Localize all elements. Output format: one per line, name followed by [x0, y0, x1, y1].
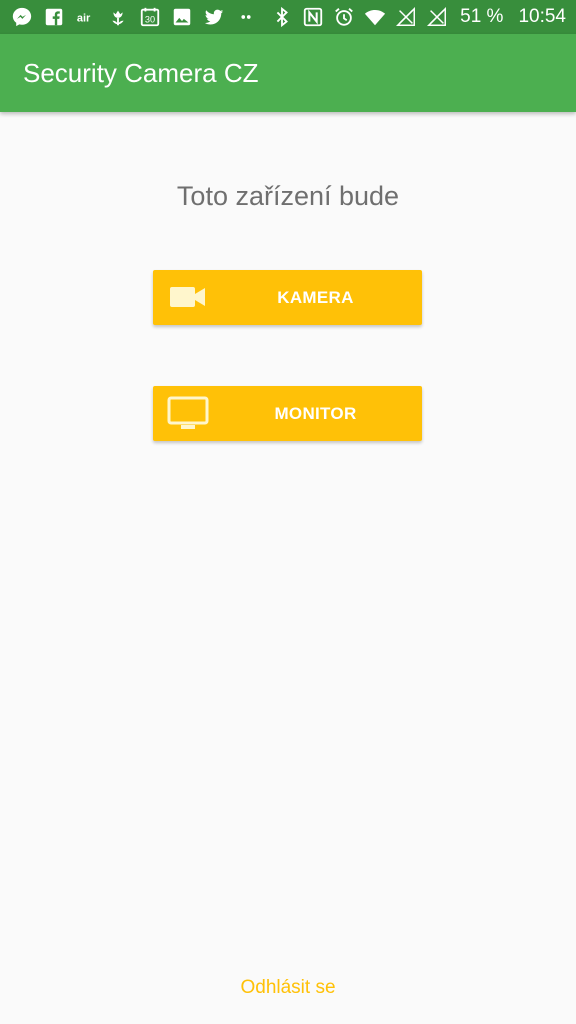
monitor-button-label: MONITOR — [274, 403, 357, 423]
notification-icons: air 30 — [10, 5, 258, 29]
camera-button[interactable]: KAMERA — [153, 270, 422, 325]
battery-level: 51 % — [460, 6, 504, 27]
bluetooth-icon — [270, 5, 294, 29]
tulip-icon — [106, 5, 130, 29]
twitter-icon — [202, 5, 226, 29]
logout-link[interactable]: Odhlásit se — [0, 977, 576, 999]
svg-text:air: air — [77, 13, 91, 25]
more-dots-icon — [234, 5, 258, 29]
image-icon — [170, 5, 194, 29]
nfc-icon — [301, 5, 325, 29]
device-role-prompt: Toto zařízení bude — [176, 181, 400, 211]
svg-text:30: 30 — [145, 15, 155, 25]
air-icon: air — [74, 5, 98, 29]
video-camera-icon — [167, 280, 209, 314]
camera-button-label: KAMERA — [277, 287, 354, 307]
monitor-icon — [167, 396, 209, 430]
messenger-icon — [10, 5, 34, 29]
status-bar: air 30 51 % 10:54 — [0, 0, 576, 34]
app-title: Security Camera CZ — [23, 57, 259, 88]
alarm-icon — [332, 5, 356, 29]
system-icons: 51 % 10:54 — [270, 5, 566, 29]
wifi-icon — [363, 5, 387, 29]
signal-icon — [425, 5, 449, 29]
app-bar: Security Camera CZ — [0, 34, 576, 112]
signal-icon — [394, 5, 418, 29]
monitor-button[interactable]: MONITOR — [153, 386, 422, 441]
facebook-icon — [42, 5, 66, 29]
clock: 10:54 — [518, 6, 566, 27]
calendar-icon: 30 — [138, 5, 162, 29]
